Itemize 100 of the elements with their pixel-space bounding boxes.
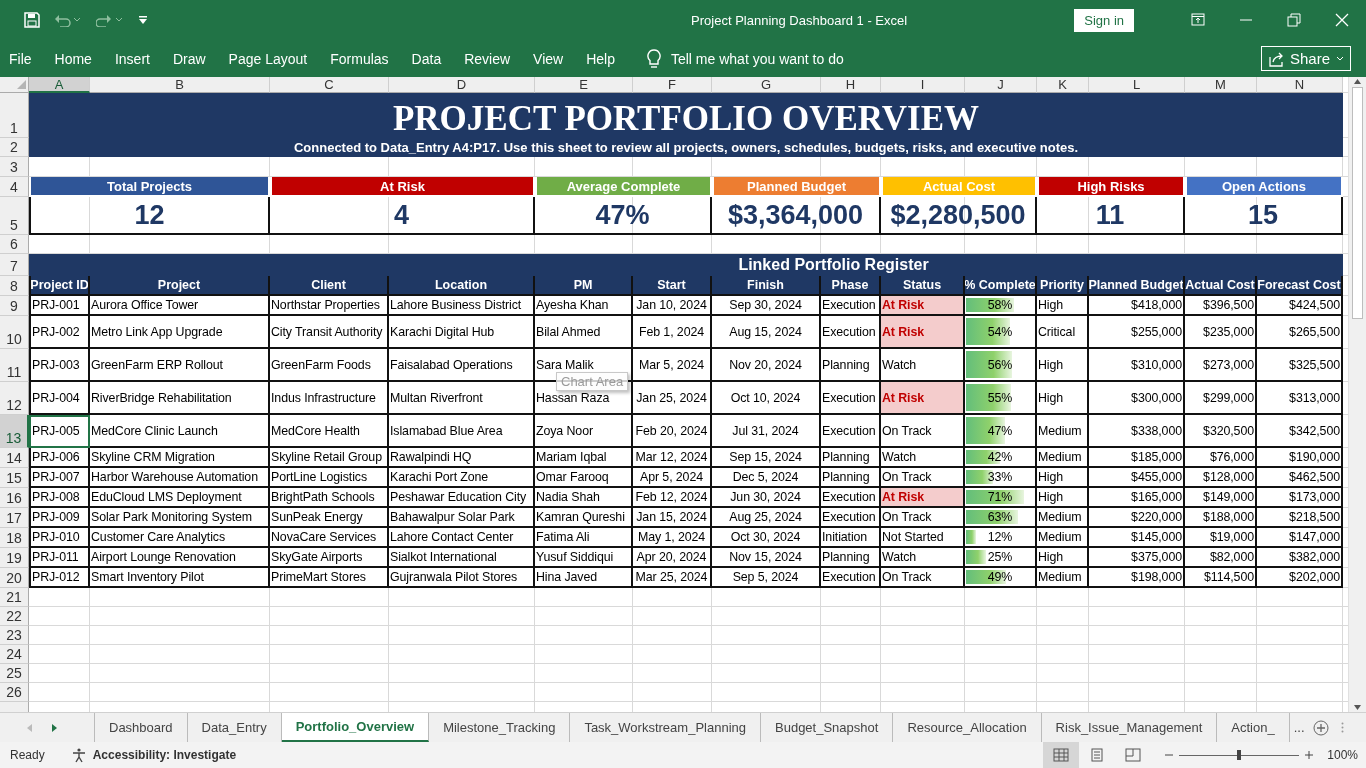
table-cell: Execution — [821, 568, 881, 588]
save-icon[interactable] — [24, 12, 40, 28]
table-cell: $145,000 — [1089, 528, 1185, 548]
table-cell: BrightPath Schools — [270, 488, 389, 508]
restore-icon[interactable] — [1287, 13, 1301, 27]
column-header[interactable]: K — [1037, 77, 1089, 93]
kpi-label: At Risk — [270, 177, 535, 197]
status-text: Ready — [10, 748, 45, 762]
table-cell: Medium — [1037, 508, 1089, 528]
table-cell: Kamran Qureshi — [535, 508, 633, 528]
menu-tab[interactable]: View — [524, 46, 573, 71]
sign-in-button[interactable]: Sign in — [1074, 8, 1134, 32]
kpi-label: High Risks — [1037, 177, 1185, 197]
zoom-slider-thumb[interactable] — [1237, 750, 1242, 760]
table-cell: Ayesha Khan — [535, 296, 633, 316]
register-title: Linked Portfolio Register — [29, 254, 1343, 276]
row-number[interactable]: 13 — [0, 415, 29, 448]
table-cell: Planning — [821, 548, 881, 568]
menu-tab[interactable]: Formulas — [321, 46, 398, 71]
table-cell: Oct 30, 2024 — [712, 528, 821, 548]
column-heading: Start — [633, 276, 712, 296]
tell-me-field[interactable]: Tell me what you want to do — [670, 50, 844, 67]
options-dots-icon[interactable] — [1340, 722, 1344, 733]
table-cell: $313,000 — [1257, 382, 1343, 415]
redo-icon[interactable] — [96, 13, 124, 27]
column-header[interactable]: N — [1257, 77, 1343, 93]
menu-tab[interactable]: Page Layout — [219, 46, 317, 71]
menu-tab[interactable]: Insert — [105, 46, 159, 71]
zoom-out-icon[interactable] — [1165, 751, 1174, 759]
menu-tab[interactable]: Data — [402, 46, 451, 71]
column-header[interactable]: F — [633, 77, 712, 93]
scrollbar-thumb[interactable] — [1352, 87, 1363, 319]
table-cell: Apr 5, 2024 — [633, 468, 712, 488]
table-cell: $235,000 — [1185, 316, 1257, 349]
table-cell: PRJ-009 — [29, 508, 90, 528]
column-header[interactable]: H — [821, 77, 881, 93]
zoom-in-icon[interactable] — [1305, 751, 1314, 759]
add-sheet-icon[interactable] — [1312, 719, 1329, 736]
menu-tab[interactable]: Home — [45, 46, 101, 71]
table-cell: Lahore Contact Center — [389, 528, 535, 548]
table-cell: $185,000 — [1089, 448, 1185, 468]
column-heading: PM — [535, 276, 633, 296]
table-cell: Karachi Digital Hub — [389, 316, 535, 349]
close-icon[interactable] — [1335, 13, 1349, 27]
table-cell: High — [1037, 488, 1089, 508]
column-header[interactable]: J — [965, 77, 1037, 93]
column-header[interactable]: M — [1185, 77, 1257, 93]
table-cell: Indus Infrastructure — [270, 382, 389, 415]
table-cell: PRJ-005 — [29, 415, 90, 448]
table-cell: Mar 25, 2024 — [633, 568, 712, 588]
table-cell: Rawalpindi HQ — [389, 448, 535, 468]
menu-tab[interactable]: Help — [577, 46, 624, 71]
grid-view-icon[interactable] — [1053, 748, 1070, 762]
table-cell: Islamabad Blue Area — [389, 415, 535, 448]
table-cell: High — [1037, 468, 1089, 488]
customize-caret-icon[interactable] — [138, 15, 148, 25]
table-cell: $255,000 — [1089, 316, 1185, 349]
column-header[interactable]: L — [1089, 77, 1185, 93]
table-cell: 42% — [987, 450, 1013, 464]
table-cell: Aurora Office Tower — [90, 296, 270, 316]
scroll-right-icon[interactable] — [52, 723, 58, 732]
table-cell: Harbor Warehouse Automation — [90, 468, 270, 488]
table-cell: Planning — [821, 349, 881, 382]
page-break-icon[interactable] — [1125, 748, 1142, 762]
sheet-tab[interactable]: Portfolio_Overview — [281, 713, 430, 742]
column-header[interactable]: C — [270, 77, 389, 93]
table-cell: High — [1037, 548, 1089, 568]
column-header[interactable]: A — [29, 77, 90, 93]
menu-tab[interactable]: File — [0, 46, 41, 71]
column-header[interactable]: G — [712, 77, 821, 93]
menu-tab[interactable]: Draw — [163, 46, 215, 71]
kpi-value: 12 — [29, 197, 270, 235]
share-button[interactable]: Share — [1260, 46, 1351, 71]
undo-icon[interactable] — [54, 13, 82, 27]
table-cell: At Risk — [881, 488, 965, 508]
column-header[interactable]: E — [535, 77, 633, 93]
ribbon-display-icon[interactable] — [1191, 13, 1205, 27]
menu-tab[interactable]: Review — [455, 46, 520, 71]
table-cell: Feb 20, 2024 — [633, 415, 712, 448]
column-header[interactable]: I — [881, 77, 965, 93]
table-cell: Bahawalpur Solar Park — [389, 508, 535, 528]
select-all-button[interactable] — [0, 77, 29, 93]
table-cell: PRJ-008 — [29, 488, 90, 508]
table-cell: Nov 15, 2024 — [712, 548, 821, 568]
zoom-level[interactable]: 100% — [1327, 748, 1358, 762]
table-cell: $424,500 — [1257, 296, 1343, 316]
share-icon — [1267, 50, 1284, 67]
table-cell: 33% — [987, 470, 1013, 484]
table-cell: $338,000 — [1089, 415, 1185, 448]
table-cell: PRJ-004 — [29, 382, 90, 415]
column-header[interactable]: D — [389, 77, 535, 93]
table-cell: 12% — [987, 530, 1013, 544]
table-cell: Multan Riverfront — [389, 382, 535, 415]
accessibility-status[interactable]: Accessibility: Investigate — [92, 748, 237, 762]
page-layout-icon[interactable] — [1089, 748, 1106, 762]
table-cell: SunPeak Energy — [270, 508, 389, 528]
more-tabs-button[interactable]: ... — [1289, 713, 1309, 742]
table-cell: RiverBridge Rehabilitation — [90, 382, 270, 415]
table-cell: Northstar Properties — [270, 296, 389, 316]
column-header[interactable]: B — [90, 77, 270, 93]
